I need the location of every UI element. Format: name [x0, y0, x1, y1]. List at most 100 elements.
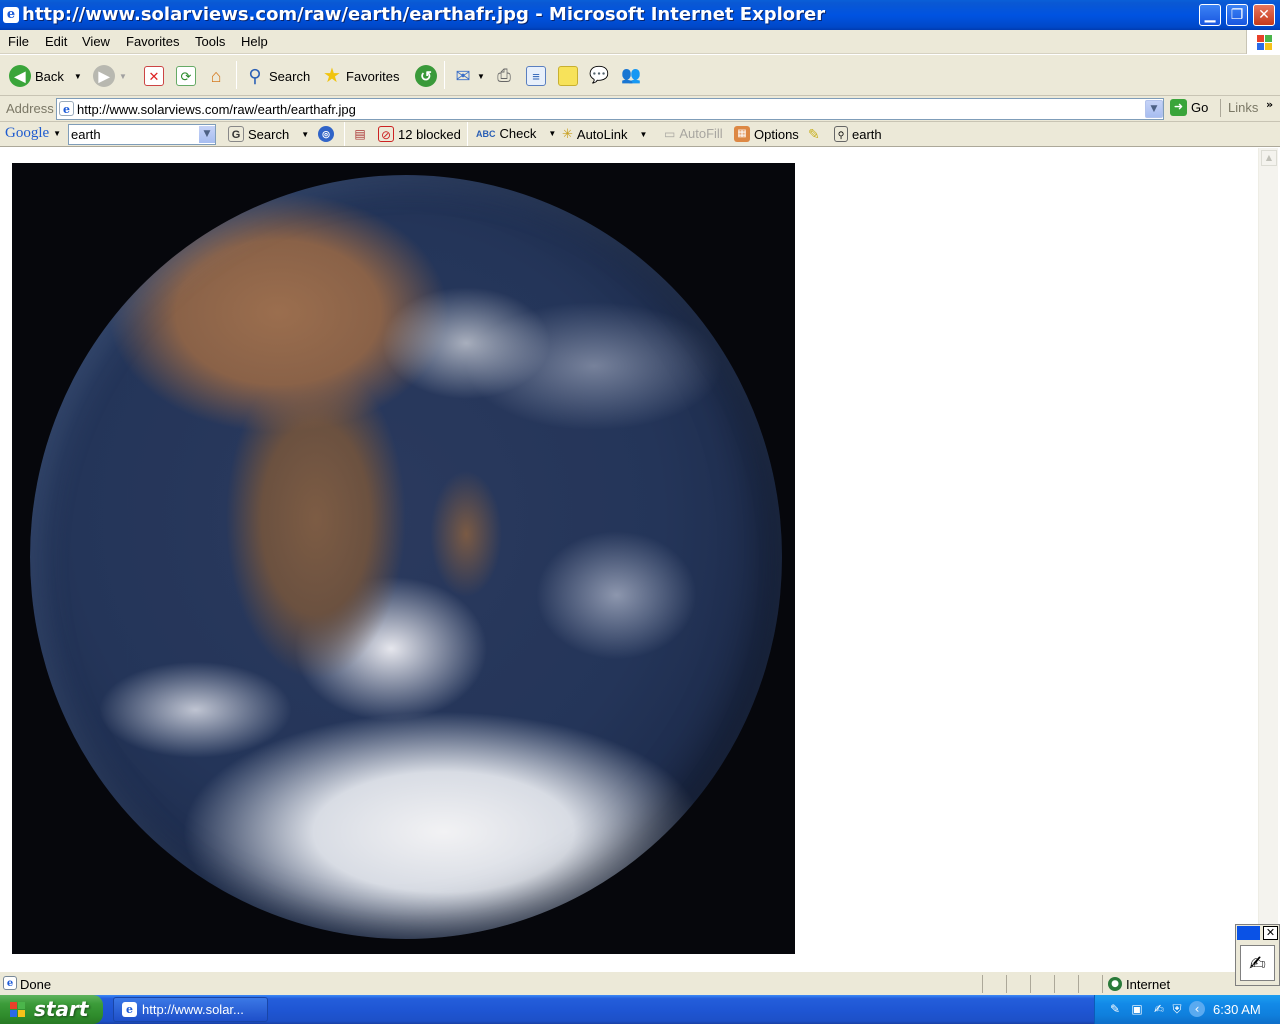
news-button[interactable]: ▤	[352, 126, 368, 142]
status-divider	[1030, 975, 1031, 993]
start-label: start	[34, 997, 89, 1021]
chevron-down-icon[interactable]: ▼	[640, 130, 648, 139]
google-logo: Google	[5, 125, 50, 141]
home-button[interactable]: ⌂	[206, 63, 226, 89]
edit-button[interactable]: ≡	[526, 63, 546, 89]
menu-help[interactable]: Help	[241, 34, 268, 49]
toolbar-divider	[344, 122, 345, 146]
printer-icon: ⎙	[497, 66, 511, 85]
security-tray-icon[interactable]: ⛨	[1169, 1001, 1185, 1017]
status-divider	[982, 975, 983, 993]
print-button[interactable]: ⎙	[494, 63, 514, 89]
home-icon: ⌂	[210, 66, 222, 86]
options-icon: ▦	[734, 126, 750, 142]
forward-arrow-icon: ▶	[93, 65, 115, 87]
ie-window-icon[interactable]: e	[3, 7, 19, 23]
news-icon: ▤	[354, 127, 366, 141]
chevron-down-icon[interactable]: ▼	[53, 129, 61, 138]
address-input[interactable]: e http://www.solarviews.com/raw/earth/ea…	[56, 98, 1164, 120]
taskbar-window-label: http://www.solar...	[142, 1002, 244, 1017]
discuss-button[interactable]: 💬	[589, 63, 609, 89]
stop-button[interactable]: ✕	[144, 63, 164, 89]
notes-button[interactable]	[558, 63, 578, 89]
autolink-button[interactable]: ✳ AutoLink ▼	[562, 126, 647, 142]
status-divider	[1054, 975, 1055, 993]
chevron-down-icon[interactable]: ▼	[199, 126, 215, 143]
go-arrow-icon: ➜	[1170, 99, 1187, 116]
security-zone: Internet	[1126, 977, 1171, 992]
back-label: Back	[35, 68, 64, 84]
internet-globe-icon: ●	[1108, 977, 1122, 991]
network-tray-icon[interactable]: ▣	[1129, 1001, 1145, 1017]
chevron-down-icon[interactable]: ▼	[301, 130, 309, 139]
google-search-button[interactable]: G Search ▼	[228, 126, 309, 142]
edit-page-icon: ≡	[526, 66, 546, 86]
menu-edit[interactable]: Edit	[45, 34, 67, 49]
popup-blocker-button[interactable]: ⊘ 12 blocked	[378, 126, 461, 142]
pen-tray-icon[interactable]: ✎	[1107, 1001, 1123, 1017]
windows-flag-icon	[10, 1002, 26, 1018]
google-search-label: Search	[248, 126, 290, 142]
chevron-down-icon[interactable]: ▼	[548, 129, 556, 138]
floating-tool-widget[interactable]: ✕ ✍	[1235, 924, 1280, 986]
search-term-button[interactable]: ⚲ earth	[834, 126, 882, 142]
blocked-count: 12 blocked	[398, 126, 461, 142]
menu-view[interactable]: View	[82, 34, 110, 49]
find-term-icon: ⚲	[834, 126, 848, 142]
chevron-down-icon[interactable]: ▼	[74, 72, 82, 81]
minimize-button[interactable]: ▁	[1199, 4, 1221, 26]
close-icon[interactable]: ✕	[1263, 926, 1278, 940]
favorites-button[interactable]: ★ Favorites	[322, 63, 399, 89]
restore-button[interactable]: ❐	[1226, 4, 1248, 26]
popup-blocker-icon: ⊘	[378, 126, 394, 142]
search-button[interactable]: ⚲ Search	[245, 63, 310, 89]
menu-file[interactable]: File	[8, 34, 29, 49]
chevron-right-icon[interactable]: »	[1266, 98, 1273, 111]
google-search-input[interactable]: earth ▼	[68, 124, 216, 145]
spell-check-button[interactable]: ABC Check ▼	[476, 126, 556, 141]
messenger-icon: 👥	[621, 67, 641, 84]
menu-tools[interactable]: Tools	[195, 34, 225, 49]
refresh-icon: ⟳	[176, 66, 196, 86]
status-divider	[1078, 975, 1079, 993]
mail-icon: ✉	[455, 66, 471, 86]
links-label[interactable]: Links	[1228, 100, 1258, 115]
pen-tool-icon[interactable]: ✍	[1240, 945, 1275, 981]
taskbar-window-button[interactable]: e http://www.solar...	[113, 997, 268, 1022]
back-button[interactable]: ◀ Back ▼	[9, 63, 82, 89]
stop-icon: ✕	[144, 66, 164, 86]
star-icon: ★	[323, 65, 341, 87]
tablet-tray-icon[interactable]: ✍	[1151, 1001, 1167, 1017]
widget-title-bar[interactable]	[1237, 926, 1260, 940]
forward-button[interactable]: ▶ ▼	[93, 63, 127, 89]
address-url: http://www.solarviews.com/raw/earth/eart…	[77, 102, 356, 117]
menu-favorites[interactable]: Favorites	[126, 34, 179, 49]
chevron-down-icon[interactable]: ▼	[119, 72, 127, 81]
title-bar[interactable]: e http://www.solarviews.com/raw/earth/ea…	[0, 0, 1280, 30]
close-button[interactable]: ✕	[1253, 4, 1275, 26]
start-button[interactable]: start	[0, 995, 103, 1024]
highlight-button[interactable]: ✎	[808, 126, 820, 143]
status-bar: e Done ● Internet	[0, 971, 1280, 995]
mail-button[interactable]: ✉ ▼	[453, 63, 485, 89]
earth-photo	[30, 175, 782, 939]
scroll-up-arrow-icon[interactable]: ▲	[1261, 150, 1277, 166]
history-button[interactable]: ↺	[415, 63, 437, 89]
autolink-label: AutoLink	[576, 126, 628, 142]
clock: 6:30 AM	[1213, 1002, 1261, 1017]
chevron-down-icon[interactable]: ▼	[477, 72, 485, 81]
google-logo-button[interactable]: Google ▼	[5, 125, 61, 142]
refresh-button[interactable]: ⟳	[176, 63, 196, 89]
history-icon: ↺	[415, 65, 437, 87]
options-button[interactable]: ▦ Options	[734, 126, 799, 142]
show-hidden-icons-icon[interactable]: ‹	[1189, 1001, 1205, 1017]
search-icon: ⚲	[248, 66, 262, 86]
vertical-scrollbar[interactable]: ▲	[1258, 148, 1278, 971]
go-button[interactable]: ➜ Go	[1170, 99, 1208, 116]
messenger-button[interactable]: 👥	[621, 63, 641, 89]
chevron-down-icon[interactable]: ▼	[1145, 100, 1163, 118]
autolink-wand-icon: ✳	[562, 126, 573, 141]
pagerank-button[interactable]: ◎	[318, 126, 334, 142]
page-content[interactable]	[2, 148, 1258, 971]
autofill-button[interactable]: ▭ AutoFill	[664, 126, 723, 141]
